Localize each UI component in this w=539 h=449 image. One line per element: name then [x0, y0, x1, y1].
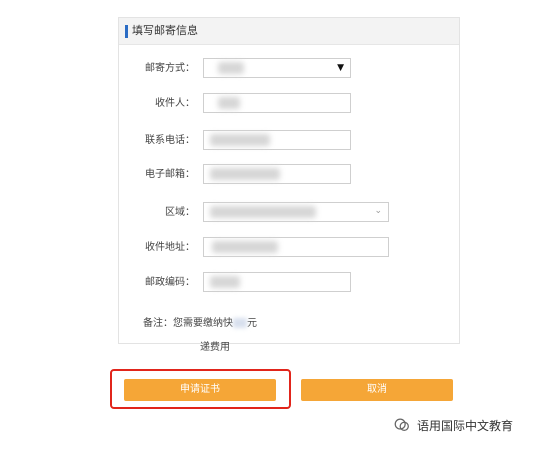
watermark-text: 语用国际中文教育: [417, 418, 514, 433]
postcode-field[interactable]: [203, 272, 351, 292]
dropdown-caret-icon: ▼: [337, 63, 344, 73]
panel-header: 填写邮寄信息: [119, 18, 459, 45]
delivery-method-select[interactable]: ▼: [203, 58, 351, 78]
recipient-field[interactable]: [203, 93, 351, 113]
label-postcode: 邮政编码：: [145, 277, 195, 288]
shipping-note: 备注：您需要缴纳快 元: [143, 318, 257, 330]
label-region: 区域：: [165, 207, 195, 218]
label-address: 收件地址：: [145, 242, 195, 253]
redacted-value: [218, 97, 240, 109]
redacted-amount: [233, 318, 247, 328]
label-delivery-method: 邮寄方式：: [145, 63, 195, 74]
note-suffix: 元: [247, 318, 257, 329]
label-email: 电子邮箱：: [145, 169, 195, 180]
label-phone: 联系电话：: [145, 135, 195, 146]
label-recipient: 收件人：: [155, 98, 195, 109]
redacted-value: [210, 168, 280, 180]
cancel-button[interactable]: 取消: [301, 379, 453, 401]
redacted-value: [210, 206, 316, 218]
wechat-icon: [394, 418, 409, 432]
panel-title: 填写邮寄信息: [132, 24, 198, 37]
redacted-value: [210, 276, 240, 288]
note-prefix: 备注：您需要缴纳快: [143, 318, 233, 329]
redacted-value: [212, 241, 278, 253]
header-accent-bar: [125, 25, 128, 38]
redacted-value: [218, 62, 244, 74]
chevron-down-icon: ⌄: [374, 206, 382, 216]
shipping-note-line2: 递费用: [200, 342, 230, 353]
email-field[interactable]: [203, 164, 351, 184]
watermark: 语用国际中文教育: [393, 414, 513, 436]
address-field[interactable]: [203, 237, 389, 257]
apply-certificate-button[interactable]: 申请证书: [124, 379, 276, 401]
phone-field[interactable]: [203, 130, 351, 150]
redacted-value: [210, 134, 270, 146]
region-select[interactable]: ⌄: [203, 202, 389, 222]
